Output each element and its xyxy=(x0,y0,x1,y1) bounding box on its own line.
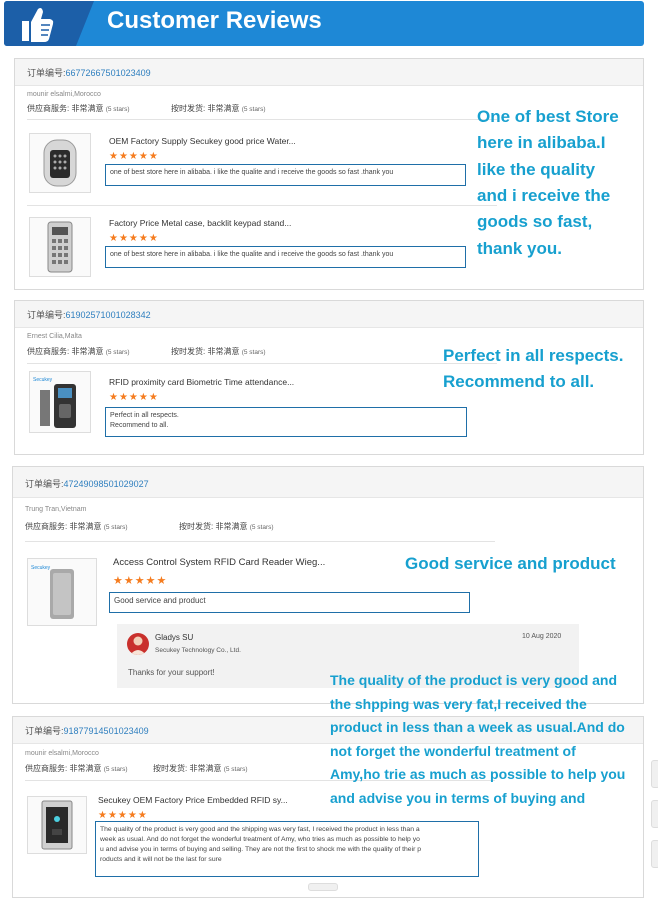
reply-text: Thanks for your support! xyxy=(128,668,215,677)
star-rating: ★★★★★ xyxy=(109,233,159,244)
review-comment: The quality of the product is very good … xyxy=(95,821,479,877)
reviewer-name: mounir elsalmi,Morocco xyxy=(25,750,99,757)
service-rating: 供应商服务: 非常满意 (5 stars) xyxy=(25,764,128,773)
thumbs-up-icon xyxy=(22,8,54,42)
service-rating: 供应商服务: 非常满意 (5 stars) xyxy=(27,347,130,356)
review-comment: Perfect in all respects. Recommend to al… xyxy=(105,407,467,437)
product-title[interactable]: Secukey OEM Factory Price Embedded RFID … xyxy=(98,795,288,805)
product-title[interactable]: Factory Price Metal case, backlit keypad… xyxy=(109,218,291,228)
scroll-handle[interactable] xyxy=(651,800,658,828)
star-rating: ★★★★★ xyxy=(98,810,148,821)
svg-text:Secukey: Secukey xyxy=(33,377,53,383)
product-thumbnail[interactable] xyxy=(27,796,87,854)
shipping-rating: 按时发货: 非常满意 (5 stars) xyxy=(171,347,266,356)
order-number-link[interactable]: 91877914501023409 xyxy=(64,726,149,736)
product-thumbnail[interactable]: Secukey xyxy=(27,558,97,626)
reviewer-name: mounir elsalmi,Morocco xyxy=(27,91,101,98)
shipping-rating: 按时发货: 非常满意 (5 stars) xyxy=(153,764,248,773)
reply-date: 10 Aug 2020 xyxy=(522,633,562,640)
order-number: 订单编号:66772667501023409 xyxy=(27,68,151,78)
scroll-handle[interactable] xyxy=(651,760,658,788)
reviewer-name: Ernest Cilia,Malta xyxy=(27,333,82,340)
product-title[interactable]: RFID proximity card Biometric Time atten… xyxy=(109,377,294,387)
review-comment: one of best store here in alibaba. i lik… xyxy=(105,246,466,268)
review-annotation: One of best Store here in alibaba.I like… xyxy=(477,107,619,258)
reviews-header: Customer Reviews xyxy=(4,1,644,46)
star-rating: ★★★★★ xyxy=(113,575,168,587)
service-rating: 供应商服务: 非常满意 (5 stars) xyxy=(27,104,130,113)
shipping-rating: 按时发货: 非常满意 (5 stars) xyxy=(179,522,274,531)
product-thumbnail[interactable] xyxy=(29,133,91,193)
order-number: 订单编号:47249098501029027 xyxy=(25,479,149,489)
reply-company: Secukey Technology Co., Ltd. xyxy=(155,647,241,654)
order-number-link[interactable]: 47249098501029027 xyxy=(64,479,149,489)
scroll-indicator[interactable] xyxy=(308,883,338,891)
shipping-rating: 按时发货: 非常满意 (5 stars) xyxy=(171,104,266,113)
order-number: 订单编号:91877914501023409 xyxy=(25,726,149,736)
star-rating: ★★★★★ xyxy=(109,151,159,162)
review-comment: Good service and product xyxy=(109,592,470,613)
svg-text:Secukey: Secukey xyxy=(31,565,51,571)
review-comment: one of best store here in alibaba. i lik… xyxy=(105,164,466,186)
product-thumbnail[interactable]: Secukey xyxy=(29,371,91,433)
order-number: 订单编号:61902571001028342 xyxy=(27,310,151,320)
avatar xyxy=(127,633,149,655)
service-rating: 供应商服务: 非常满意 (5 stars) xyxy=(25,522,128,531)
scroll-handle[interactable] xyxy=(651,840,658,868)
review-annotation: The quality of the product is very good … xyxy=(330,672,626,806)
order-number-link[interactable]: 66772667501023409 xyxy=(66,68,151,78)
reply-author: Gladys SU xyxy=(155,633,194,642)
star-rating: ★★★★★ xyxy=(109,392,159,403)
page-title: Customer Reviews xyxy=(107,7,322,34)
product-thumbnail[interactable] xyxy=(29,217,91,277)
review-annotation: Perfect in all respects. Recommend to al… xyxy=(443,346,624,392)
order-number-link[interactable]: 61902571001028342 xyxy=(66,310,151,320)
reviewer-name: Trung Tran,Vietnam xyxy=(25,506,87,513)
product-title[interactable]: OEM Factory Supply Secukey good price Wa… xyxy=(109,136,296,146)
review-annotation: Good service and product xyxy=(405,554,616,573)
product-title[interactable]: Access Control System RFID Card Reader W… xyxy=(113,557,325,568)
